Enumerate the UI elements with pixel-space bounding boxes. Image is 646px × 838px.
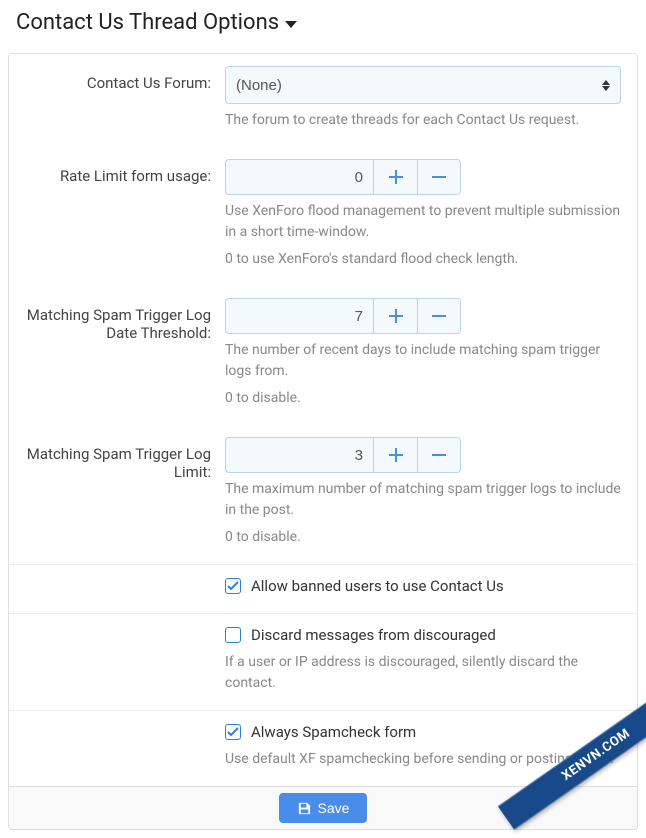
label-spam-date: Matching Spam Trigger Log Date Threshold… (25, 298, 225, 409)
row-rate-limit: Rate Limit form usage: Use XenForo flood… (9, 147, 637, 286)
checkbox-label: Always Spamcheck form (251, 723, 416, 741)
checkbox-always-spamcheck[interactable]: Always Spamcheck form (225, 723, 621, 743)
helper-spam-limit-2: 0 to disable. (225, 527, 621, 548)
minus-icon (432, 448, 446, 462)
checkbox-label: Discard messages from discouraged (251, 626, 496, 644)
options-panel: Contact Us Forum: (None) The forum to cr… (8, 53, 638, 830)
checkbox-discard-discouraged[interactable]: Discard messages from discouraged (225, 626, 621, 646)
row-spam-limit: Matching Spam Trigger Log Limit: The max… (9, 425, 637, 564)
label-rate-limit: Rate Limit form usage: (25, 159, 225, 270)
row-discard-discouraged: Discard messages from discouraged If a u… (9, 614, 637, 710)
spam-limit-plus-button[interactable] (373, 437, 417, 473)
row-allow-banned: Allow banned users to use Contact Us (9, 565, 637, 613)
row-spam-date: Matching Spam Trigger Log Date Threshold… (9, 286, 637, 425)
plus-icon (389, 170, 403, 184)
rate-limit-plus-button[interactable] (373, 159, 417, 195)
checkbox-icon (225, 724, 241, 740)
helper-spam-limit-1: The maximum number of matching spam trig… (225, 479, 621, 521)
caret-down-icon (285, 21, 297, 28)
rate-limit-stepper (225, 159, 621, 195)
spam-limit-stepper (225, 437, 621, 473)
spam-date-minus-button[interactable] (417, 298, 461, 334)
save-button[interactable]: Save (279, 793, 368, 823)
row-contact-forum: Contact Us Forum: (None) The forum to cr… (9, 54, 637, 147)
rate-limit-input[interactable] (225, 159, 373, 195)
helper-discard: If a user or IP address is discouraged, … (225, 652, 621, 694)
check-icon (227, 726, 239, 738)
select-arrows-icon (602, 80, 610, 91)
contact-forum-select[interactable]: (None) (225, 66, 621, 104)
spam-limit-input[interactable] (225, 437, 373, 473)
spam-date-stepper (225, 298, 621, 334)
spam-limit-minus-button[interactable] (417, 437, 461, 473)
save-label: Save (318, 800, 350, 816)
helper-rate-limit-2: 0 to use XenForo's standard flood check … (225, 249, 621, 270)
row-always-spamcheck: Always Spamcheck form Use default XF spa… (9, 711, 637, 786)
helper-spamcheck: Use default XF spamchecking before sendi… (225, 749, 621, 770)
minus-icon (432, 170, 446, 184)
contact-forum-select-input[interactable]: (None) (236, 77, 602, 94)
checkbox-label: Allow banned users to use Contact Us (251, 577, 504, 595)
save-bar: Save (9, 786, 637, 829)
plus-icon (389, 309, 403, 323)
checkbox-icon (225, 627, 241, 643)
check-icon (227, 580, 239, 592)
save-icon (297, 801, 312, 816)
checkbox-icon (225, 578, 241, 594)
helper-spam-date-1: The number of recent days to include mat… (225, 340, 621, 382)
rate-limit-minus-button[interactable] (417, 159, 461, 195)
checkbox-allow-banned[interactable]: Allow banned users to use Contact Us (225, 577, 621, 597)
spam-date-input[interactable] (225, 298, 373, 334)
plus-icon (389, 448, 403, 462)
label-contact-forum: Contact Us Forum: (25, 66, 225, 131)
label-spam-limit: Matching Spam Trigger Log Limit: (25, 437, 225, 548)
page-title-text: Contact Us Thread Options (16, 10, 279, 35)
page-title[interactable]: Contact Us Thread Options (0, 0, 646, 45)
spam-date-plus-button[interactable] (373, 298, 417, 334)
helper-rate-limit-1: Use XenForo flood management to prevent … (225, 201, 621, 243)
helper-spam-date-2: 0 to disable. (225, 388, 621, 409)
minus-icon (432, 309, 446, 323)
helper-contact-forum: The forum to create threads for each Con… (225, 110, 621, 131)
